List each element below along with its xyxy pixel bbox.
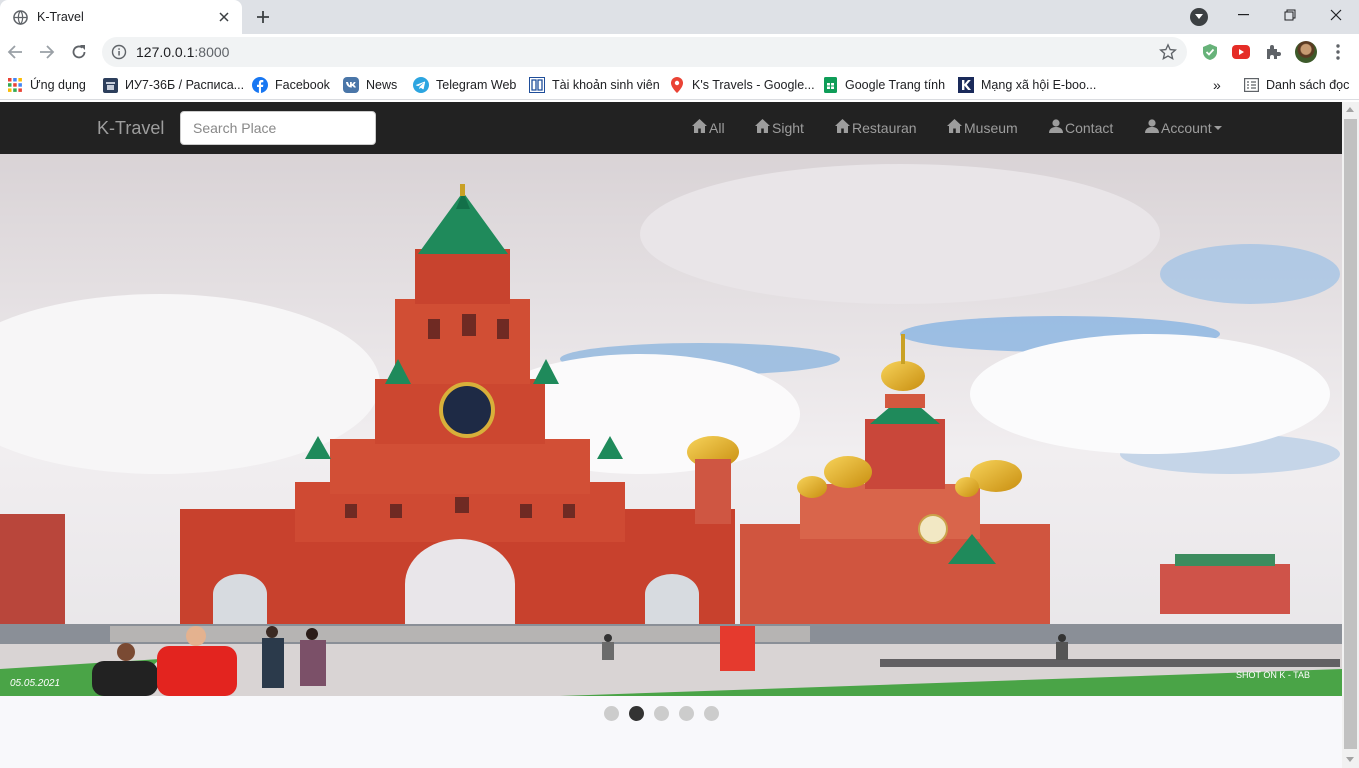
vk-icon bbox=[343, 77, 359, 93]
bookmark-label: ИУ7-36Б / Расписа... bbox=[125, 78, 245, 92]
bookmark-schedule[interactable]: ИУ7-36Б / Расписа... bbox=[102, 75, 244, 95]
carousel-dot-4[interactable] bbox=[679, 706, 694, 721]
scroll-thumb[interactable] bbox=[1344, 119, 1357, 749]
bookmark-news[interactable]: News bbox=[343, 75, 397, 95]
browser-toolbar: 127.0.0.1:8000 bbox=[0, 34, 1359, 70]
extensions-puzzle-icon[interactable] bbox=[1263, 42, 1283, 62]
scroll-down-arrow-icon[interactable] bbox=[1346, 757, 1354, 762]
carousel-dot-1[interactable] bbox=[604, 706, 619, 721]
nav-item-label: Contact bbox=[1065, 119, 1114, 136]
restore-window-button[interactable] bbox=[1267, 0, 1313, 30]
address-bar[interactable]: 127.0.0.1:8000 bbox=[102, 37, 1187, 67]
university-icon bbox=[529, 77, 545, 93]
home-icon bbox=[835, 119, 852, 136]
close-tab-icon[interactable] bbox=[216, 9, 232, 25]
reload-button[interactable] bbox=[67, 40, 91, 64]
telegram-icon bbox=[413, 77, 429, 93]
back-button[interactable] bbox=[3, 40, 27, 64]
nav-item-restauran[interactable]: Restauran bbox=[835, 119, 917, 136]
user-icon bbox=[1049, 119, 1065, 136]
new-tab-button[interactable] bbox=[252, 6, 274, 28]
forward-button[interactable] bbox=[35, 40, 59, 64]
url-text: 127.0.0.1:8000 bbox=[136, 44, 230, 60]
bmstu-icon bbox=[102, 77, 118, 93]
page-scrollbar[interactable] bbox=[1342, 102, 1359, 768]
browser-menu-icon[interactable] bbox=[1328, 42, 1348, 62]
nav-item-label: Account bbox=[1161, 119, 1212, 136]
close-window-button[interactable] bbox=[1313, 0, 1359, 30]
bookmark-star-icon[interactable] bbox=[1159, 43, 1177, 61]
nav-item-label: All bbox=[709, 119, 725, 136]
site-info-icon[interactable] bbox=[111, 44, 127, 60]
facebook-icon bbox=[252, 77, 268, 93]
slide-date-stamp: 05.05.2021 bbox=[10, 678, 60, 689]
tab-title: K-Travel bbox=[37, 10, 84, 24]
adguard-shield-icon[interactable] bbox=[1200, 42, 1220, 62]
nav-item-label: Sight bbox=[772, 119, 804, 136]
bookmark-label: Tài khoản sinh viên bbox=[552, 78, 660, 92]
tab-search-icon[interactable] bbox=[1190, 8, 1208, 26]
nav-item-label: Restauran bbox=[852, 119, 917, 136]
carousel-dot-3[interactable] bbox=[654, 706, 669, 721]
apps-grid-icon bbox=[7, 77, 23, 93]
bookmarks-bar: Ứng dụng ИУ7-36Б / Расписа... Facebook N… bbox=[0, 70, 1359, 100]
bookmark-facebook[interactable]: Facebook bbox=[252, 75, 330, 95]
google-maps-icon bbox=[669, 77, 685, 93]
tab-strip: K-Travel bbox=[0, 0, 1359, 34]
carousel-indicators bbox=[604, 706, 729, 721]
bookmark-label: Google Trang tính bbox=[845, 78, 946, 92]
bookmark-label: Facebook bbox=[275, 78, 330, 92]
youtube-extension-icon[interactable] bbox=[1231, 42, 1251, 62]
reading-list-button[interactable]: Danh sách đọc bbox=[1243, 75, 1349, 95]
bookmark-label: Telegram Web bbox=[436, 78, 517, 92]
hero-carousel[interactable]: 05.05.2021 SHOT ON K - TAB bbox=[0, 154, 1342, 696]
bookmark-ks-travels[interactable]: K's Travels - Google... bbox=[669, 75, 815, 95]
bookmark-label: K's Travels - Google... bbox=[692, 78, 815, 92]
carousel-dot-5[interactable] bbox=[704, 706, 719, 721]
nav-item-museum[interactable]: Museum bbox=[947, 119, 1018, 136]
more-bookmarks-button[interactable]: » bbox=[1213, 75, 1221, 95]
bookmark-label: News bbox=[366, 78, 398, 92]
nav-item-sight[interactable]: Sight bbox=[755, 119, 804, 136]
user-icon bbox=[1145, 119, 1161, 136]
caret-down-icon bbox=[1213, 126, 1222, 130]
bookmark-telegram[interactable]: Telegram Web bbox=[413, 75, 516, 95]
bookmark-social-ebook[interactable]: Mạng xã hội E-boo... bbox=[958, 75, 1096, 95]
reading-list-label: Danh sách đọc bbox=[1266, 78, 1350, 92]
slide-watermark: SHOT ON K - TAB bbox=[1236, 670, 1310, 680]
nav-item-account-dropdown[interactable]: Account bbox=[1145, 119, 1222, 136]
nav-item-label: Museum bbox=[964, 119, 1018, 136]
bookmark-student-account[interactable]: Tài khoản sinh viên bbox=[529, 75, 660, 95]
site-brand[interactable]: K-Travel bbox=[97, 118, 164, 139]
bookmark-label: Mạng xã hội E-boo... bbox=[981, 78, 1097, 92]
home-icon bbox=[947, 119, 964, 136]
minimize-window-button[interactable] bbox=[1221, 0, 1267, 30]
google-sheets-icon bbox=[822, 77, 838, 93]
bookmark-apps[interactable]: Ứng dụng bbox=[7, 75, 86, 95]
bookmark-label: Ứng dụng bbox=[30, 78, 86, 92]
home-icon bbox=[755, 119, 772, 136]
scroll-up-arrow-icon[interactable] bbox=[1346, 107, 1354, 112]
k-logo-icon bbox=[958, 77, 974, 93]
home-icon bbox=[692, 119, 709, 136]
nav-item-contact[interactable]: Contact bbox=[1049, 119, 1113, 136]
reading-list-icon bbox=[1243, 77, 1259, 93]
carousel-dot-2[interactable] bbox=[629, 706, 644, 721]
globe-icon bbox=[13, 9, 28, 25]
search-place-input[interactable] bbox=[180, 111, 376, 145]
profile-avatar[interactable] bbox=[1295, 41, 1317, 63]
browser-tab[interactable]: K-Travel bbox=[0, 0, 242, 34]
bookmark-google-sheets[interactable]: Google Trang tính bbox=[822, 75, 945, 95]
site-navbar: K-Travel All Sight Restauran Museum Cont… bbox=[0, 102, 1359, 154]
carousel-slide-image: 05.05.2021 SHOT ON K - TAB bbox=[0, 154, 1342, 696]
nav-item-all[interactable]: All bbox=[692, 119, 725, 136]
